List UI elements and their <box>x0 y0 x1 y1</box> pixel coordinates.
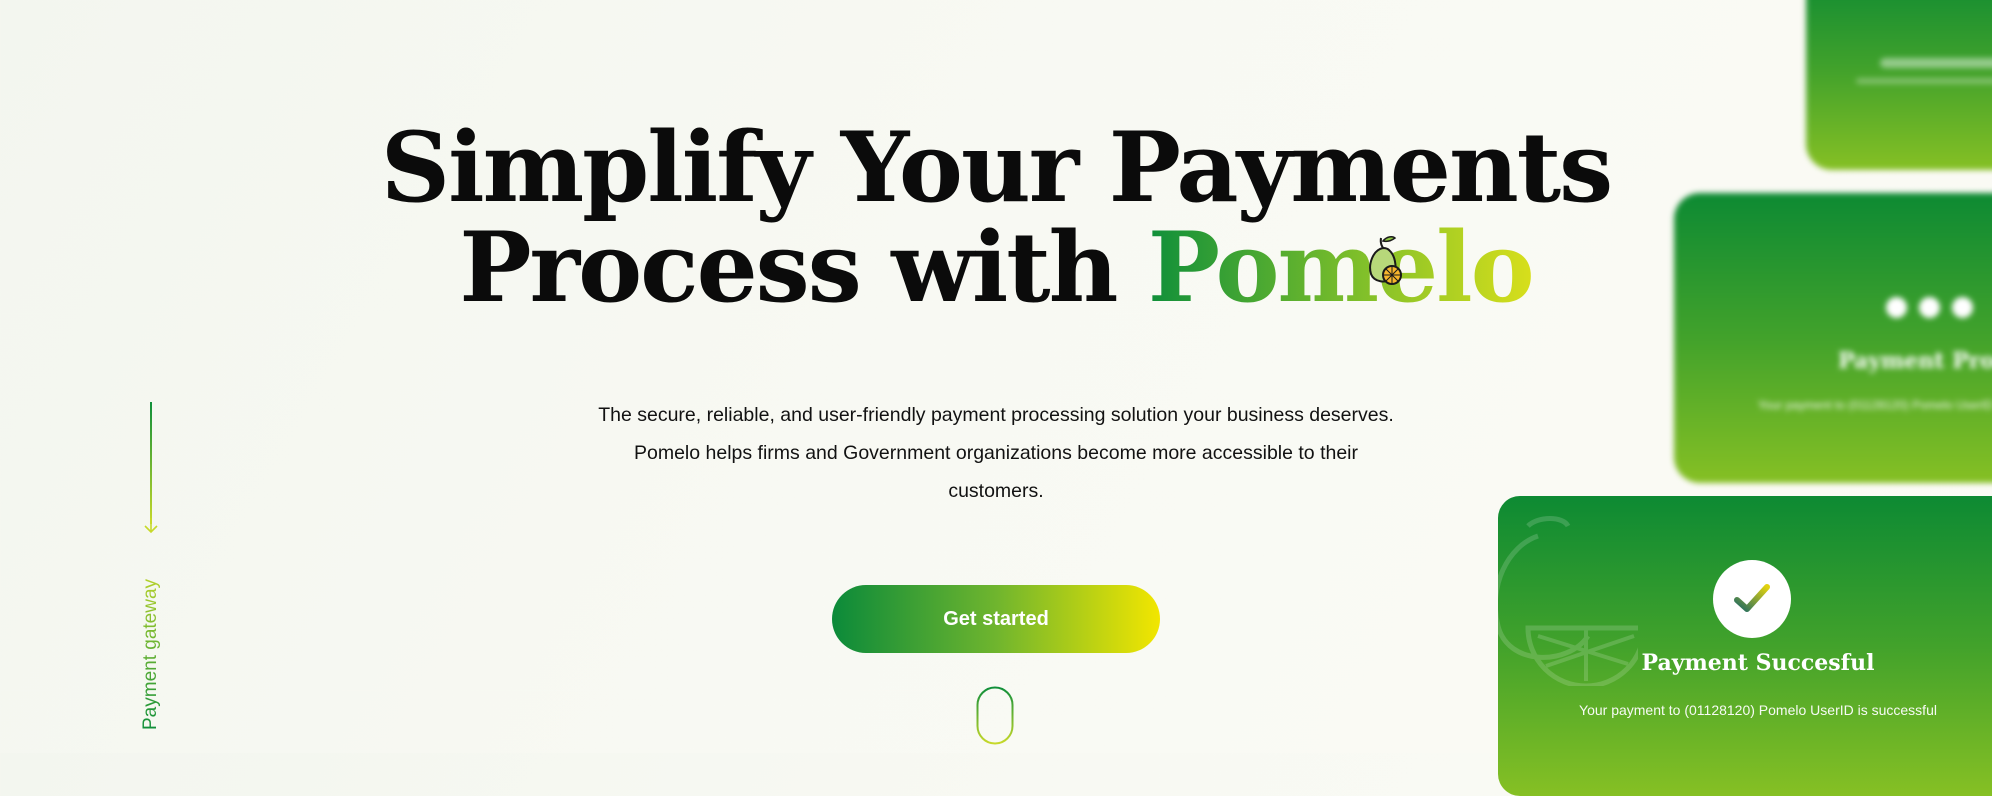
loading-dot <box>1886 297 1907 318</box>
hero-title-prefix: Process with <box>459 211 1148 324</box>
loading-dots <box>1886 297 1973 318</box>
card-processing-subtitle: Your payment to (01128120) Pomelo UserID <box>1758 398 1992 412</box>
card-top-subline <box>1856 78 1992 84</box>
card-payment-successful: Payment Succesful Your payment to (01128… <box>1498 496 1992 796</box>
get-started-button[interactable]: Get started <box>832 585 1160 653</box>
card-top-line <box>1880 58 1992 68</box>
card-success-subtitle: Your payment to (01128120) Pomelo UserID… <box>1579 702 1937 718</box>
success-badge <box>1713 560 1791 638</box>
scroll-indicator-line <box>150 402 152 524</box>
loading-dot <box>1952 297 1973 318</box>
card-top <box>1806 0 1992 170</box>
card-success-title: Payment Succesful <box>1641 650 1875 676</box>
scroll-mouse-icon[interactable] <box>976 686 1014 746</box>
card-processing-title: Payment Processing <box>1838 348 1992 374</box>
checkmark-icon <box>1734 584 1770 612</box>
brand-name: Pomelo <box>1147 211 1535 324</box>
card-processing: Payment Processing Your payment to (0112… <box>1674 193 1992 483</box>
arrow-down-icon <box>144 518 158 534</box>
pomelo-fruit-icon <box>1369 236 1402 285</box>
loading-dot <box>1919 297 1940 318</box>
payment-gateway-label: Payment gateway <box>140 560 162 730</box>
hero-description: The secure, reliable, and user-friendly … <box>598 404 1394 502</box>
